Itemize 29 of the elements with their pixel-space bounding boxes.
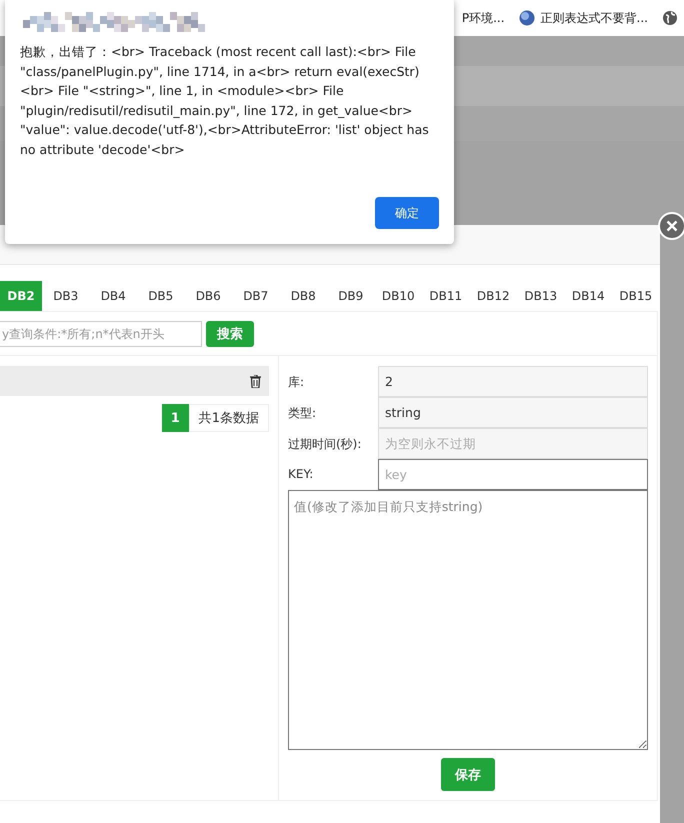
bookmark-link[interactable]: P环境... bbox=[462, 10, 505, 26]
db-tab[interactable]: DB4 bbox=[90, 281, 137, 311]
field-label: 库: bbox=[288, 374, 306, 391]
db-tab[interactable]: DB10 bbox=[374, 281, 422, 311]
db-tab[interactable]: DB13 bbox=[517, 281, 564, 311]
total-count: 共1条数据 bbox=[188, 404, 269, 432]
search-field[interactable]: y查询条件:*所有;n*代表n开头 bbox=[0, 321, 202, 347]
globe-icon[interactable] bbox=[662, 10, 678, 26]
field-label: 过期时间(秒): bbox=[288, 436, 362, 453]
db-tab[interactable]: DB8 bbox=[280, 281, 327, 311]
db-tab[interactable]: DB3 bbox=[42, 281, 90, 311]
db-tab[interactable]: DB12 bbox=[470, 281, 517, 311]
globe-logo-icon bbox=[518, 10, 535, 26]
close-icon[interactable] bbox=[658, 212, 684, 240]
ok-button[interactable]: 确定 bbox=[375, 197, 439, 229]
error-message: 抱歉，出错了：<br> Traceback (most recent call last):<br> File "class/panelPlugin.py", line 1714, in a<br> return eval(execStr)<br> File "<string>", line 1, in <module><br> File "plugin/redisutil/redisutil_main.py", line 172, in get_value<br> "value": value.decode('utf-8'),<br>AttributeError: 'list' object has no attribute 'decode'<br> bbox=[20, 43, 430, 158]
field-label: 类型: bbox=[288, 405, 318, 422]
value-field[interactable]: 值(修改了添加目前只支持string) bbox=[288, 490, 648, 750]
field-label: KEY: bbox=[288, 466, 314, 483]
db-tab[interactable]: DB15 bbox=[612, 281, 660, 311]
db-tab[interactable]: DB6 bbox=[184, 281, 232, 311]
trash-icon[interactable] bbox=[250, 374, 261, 388]
db-tab[interactable]: DB11 bbox=[422, 281, 470, 311]
db-tab[interactable]: DB14 bbox=[564, 281, 612, 311]
bookmark-link[interactable]: 正则表达式不要背... bbox=[540, 10, 648, 26]
form-field[interactable]: key bbox=[378, 459, 648, 490]
db-tab[interactable]: DB7 bbox=[232, 281, 280, 311]
db-tab[interactable]: DB5 bbox=[137, 281, 184, 311]
db-tab[interactable]: DB9 bbox=[327, 281, 374, 311]
